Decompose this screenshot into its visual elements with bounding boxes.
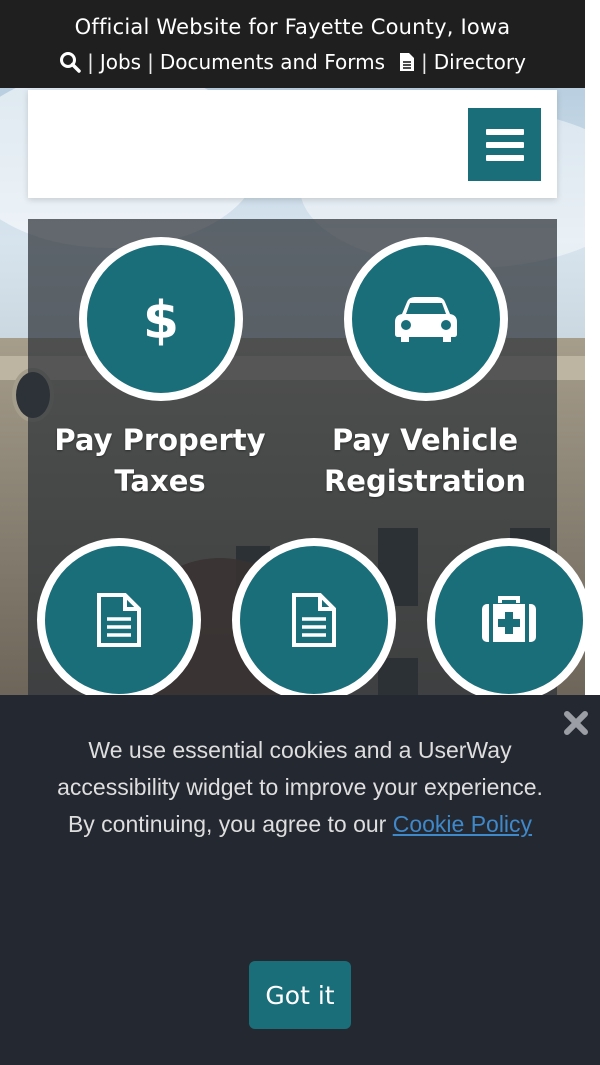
file-icon <box>399 52 415 72</box>
medical-kit-icon <box>482 596 536 642</box>
search-icon[interactable] <box>59 51 81 73</box>
menu-button[interactable] <box>468 108 541 181</box>
quick-link-documents-1[interactable] <box>37 538 201 702</box>
top-utility-bar: Official Website for Fayette County, Iow… <box>0 0 585 88</box>
cookie-policy-link[interactable]: Cookie Policy <box>393 811 532 837</box>
separator: | <box>147 50 154 74</box>
pay-vehicle-registration-label[interactable]: Pay Vehicle Registration <box>295 420 555 502</box>
quick-link-health[interactable] <box>427 538 591 702</box>
svg-text:$: $ <box>143 291 179 348</box>
utility-links: | Jobs | Documents and Forms | Directory <box>0 50 585 74</box>
cookie-message: We use essential cookies and a UserWay a… <box>57 737 543 837</box>
directory-link[interactable]: Directory <box>434 50 526 74</box>
car-icon <box>395 297 457 342</box>
jobs-link[interactable]: Jobs <box>100 50 141 74</box>
hamburger-icon <box>485 128 524 135</box>
pay-property-taxes-button[interactable]: $ <box>79 237 243 401</box>
cookie-banner: We use essential cookies and a UserWay a… <box>0 695 600 1065</box>
quick-link-documents-2[interactable] <box>232 538 396 702</box>
got-it-button[interactable]: Got it <box>249 961 351 1029</box>
separator: | <box>87 50 94 74</box>
close-icon[interactable] <box>562 709 590 737</box>
document-icon <box>292 593 336 647</box>
pay-vehicle-registration-button[interactable] <box>344 237 508 401</box>
dollar-icon: $ <box>143 291 179 348</box>
separator: | <box>421 50 428 74</box>
site-tagline: Official Website for Fayette County, Iow… <box>74 15 511 39</box>
documents-and-forms-link[interactable]: Documents and Forms <box>160 50 385 74</box>
pay-property-taxes-label[interactable]: Pay Property Taxes <box>30 420 290 502</box>
document-icon <box>97 593 141 647</box>
